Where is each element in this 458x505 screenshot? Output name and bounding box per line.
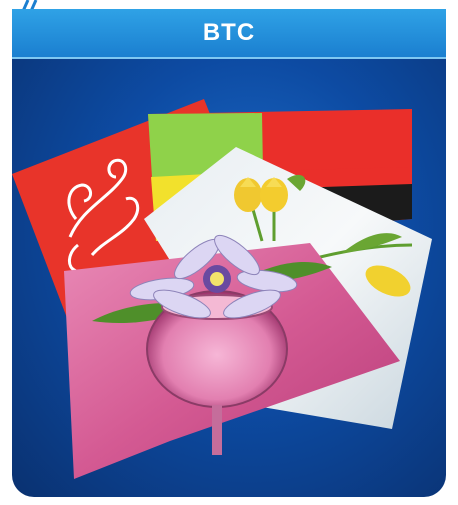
photo-paper-samples-image: [12, 99, 432, 479]
product-card: BTC: [12, 9, 446, 497]
